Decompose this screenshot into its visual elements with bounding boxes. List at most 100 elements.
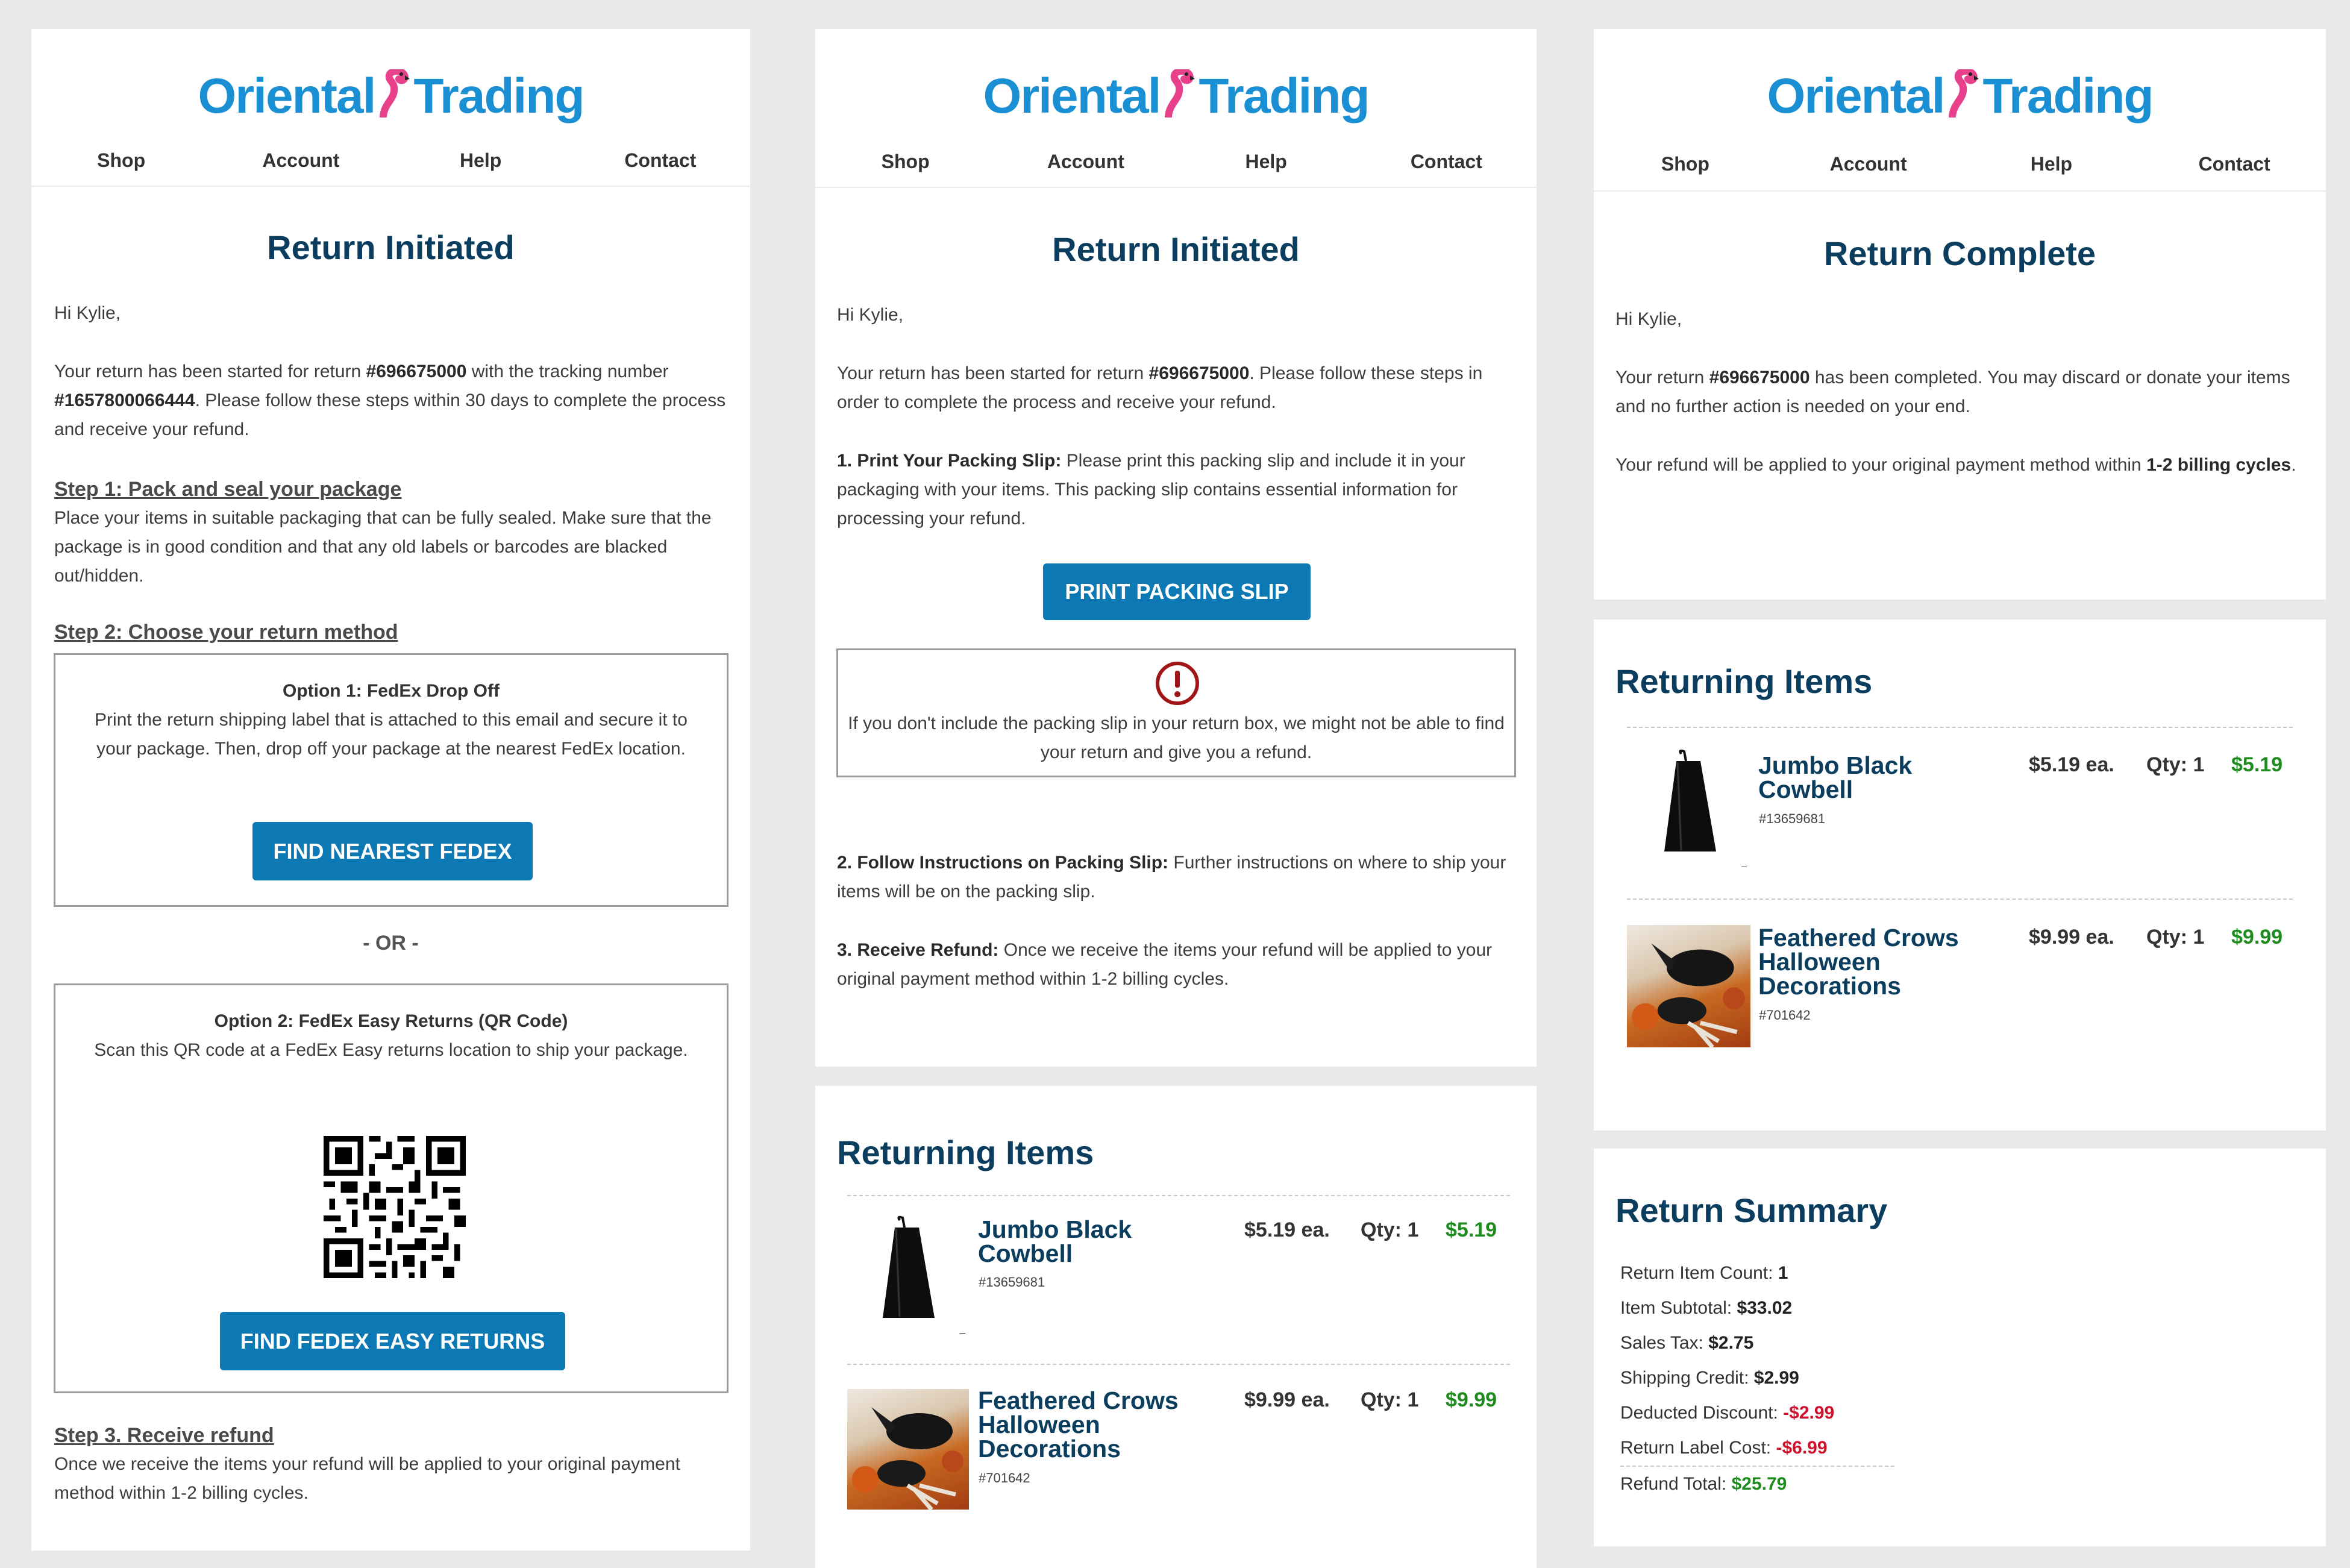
returning-items-title: Returning Items bbox=[837, 1134, 1094, 1171]
summary-item-count: Return Item Count: 1 bbox=[1620, 1263, 1788, 1283]
option2-text: Scan this QR code at a FedEx Easy return… bbox=[94, 1040, 688, 1060]
option2-content: Option 2: FedEx Easy Returns (QR Code) S… bbox=[92, 1007, 691, 1065]
item-name[interactable]: Jumbo Black Cowbell bbox=[1758, 753, 1963, 802]
step3-heading: Step 3. Receive refund bbox=[54, 1424, 274, 1447]
item-qty: Qty: 1 bbox=[1361, 1218, 1419, 1241]
returning-items-title: Returning Items bbox=[1615, 662, 1873, 700]
nav-divider bbox=[1594, 190, 2326, 192]
step1-text: Place your items in suitable packaging t… bbox=[54, 508, 712, 586]
item-divider bbox=[847, 1195, 1510, 1196]
step2-paragraph: 2. Follow Instructions on Packing Slip: … bbox=[837, 853, 1506, 902]
return-summary-card: Return Summary Return Item Count: 1 Item… bbox=[1594, 1149, 2326, 1546]
nav-contact[interactable]: Contact bbox=[571, 149, 750, 172]
nav-contact[interactable]: Contact bbox=[1356, 151, 1537, 173]
greeting: Hi Kylie, bbox=[837, 305, 904, 325]
item-divider bbox=[1627, 898, 2293, 900]
nav-account[interactable]: Account bbox=[995, 151, 1176, 173]
option2-box: Option 2: FedEx Easy Returns (QR Code) S… bbox=[54, 983, 728, 1393]
summary-deducted-discount: Deducted Discount: -$2.99 bbox=[1620, 1403, 1835, 1423]
item-sku: #701642 bbox=[979, 1470, 1030, 1485]
option1-box: Option 1: FedEx Drop Off Print the retur… bbox=[54, 653, 728, 907]
packing-slip-warning: If you don't include the packing slip in… bbox=[836, 648, 1516, 777]
intro-paragraph: Your return has been started for return … bbox=[54, 362, 726, 439]
nav-account[interactable]: Account bbox=[1777, 153, 1960, 175]
find-nearest-fedex-button[interactable]: FIND NEAREST FEDEX bbox=[252, 822, 533, 880]
summary-refund-total: Refund Total: $25.79 bbox=[1620, 1474, 1787, 1494]
flamingo-icon bbox=[1162, 67, 1196, 130]
item-sku: #13659681 bbox=[979, 1275, 1045, 1290]
item-qty: Qty: 1 bbox=[2146, 926, 2205, 949]
nav-shop[interactable]: Shop bbox=[31, 149, 211, 172]
greeting: Hi Kylie, bbox=[54, 303, 121, 323]
crows-image bbox=[847, 1389, 969, 1510]
step3-paragraph: 3. Receive Refund: Once we receive the i… bbox=[837, 940, 1493, 989]
top-nav: Shop Account Help Contact bbox=[815, 151, 1537, 173]
oriental-trading-logo[interactable]: Oriental Trading bbox=[1594, 67, 2326, 130]
item-total: $9.99 bbox=[1446, 1388, 1497, 1411]
item-name[interactable]: Feathered Crows Halloween Decorations bbox=[1758, 926, 1987, 999]
warning-text: If you don't include the packing slip in… bbox=[848, 713, 1505, 762]
step2-heading: 2. Follow Instructions on Packing Slip: bbox=[837, 853, 1169, 873]
summary-divider bbox=[1620, 1466, 1894, 1467]
item-total: $5.19 bbox=[1446, 1218, 1497, 1241]
intro-paragraph: Your return has been started for return … bbox=[837, 363, 1483, 412]
item-marker: _ bbox=[1741, 858, 1747, 868]
crows-image bbox=[1627, 925, 1750, 1047]
nav-help[interactable]: Help bbox=[391, 149, 571, 172]
item-sku: #13659681 bbox=[1759, 811, 1826, 826]
item-total: $5.19 bbox=[2231, 753, 2283, 776]
step1-heading: 1. Print Your Packing Slip: bbox=[837, 451, 1062, 471]
summary-return-label-cost: Return Label Cost: -$6.99 bbox=[1620, 1438, 1828, 1458]
cowbell-image bbox=[876, 1215, 942, 1321]
find-fedex-easy-returns-button[interactable]: FIND FEDEX EASY RETURNS bbox=[220, 1312, 565, 1370]
nav-contact[interactable]: Contact bbox=[2143, 153, 2326, 175]
refund-paragraph: Your refund will be applied to your orig… bbox=[1615, 455, 2296, 475]
oriental-trading-logo[interactable]: Oriental Trading bbox=[815, 67, 1537, 130]
step2-heading: Step 2: Choose your return method bbox=[54, 621, 398, 644]
item-price: $9.99 ea. bbox=[1244, 1388, 1330, 1411]
option1-content: Option 1: FedEx Drop Off Print the retur… bbox=[80, 677, 703, 764]
item-price: $9.99 ea. bbox=[2029, 926, 2114, 949]
nav-help[interactable]: Help bbox=[1960, 153, 2143, 175]
item-price: $5.19 ea. bbox=[1244, 1218, 1330, 1241]
item-divider bbox=[847, 1364, 1510, 1365]
nav-divider bbox=[815, 187, 1537, 188]
nav-help[interactable]: Help bbox=[1176, 151, 1356, 173]
return-summary-title: Return Summary bbox=[1615, 1191, 1888, 1229]
or-divider: - OR - bbox=[363, 932, 419, 955]
nav-shop[interactable]: Shop bbox=[815, 151, 995, 173]
option1-title: Option 1: FedEx Drop Off bbox=[283, 681, 500, 701]
email-return-initiated-fedex: Oriental Trading Shop Account Help Contac… bbox=[31, 29, 750, 1551]
step1-heading: Step 1: Pack and seal your package bbox=[54, 478, 402, 501]
email-return-complete: Oriental Trading Shop Account Help Contac… bbox=[1594, 29, 2326, 600]
nav-divider bbox=[31, 186, 750, 187]
option2-title: Option 2: FedEx Easy Returns (QR Code) bbox=[214, 1011, 568, 1031]
item-divider bbox=[1627, 727, 2293, 728]
top-nav: Shop Account Help Contact bbox=[1594, 153, 2326, 175]
step1: Step 1: Pack and seal your package Place… bbox=[54, 475, 729, 591]
nav-account[interactable]: Account bbox=[211, 149, 390, 172]
flamingo-icon bbox=[377, 67, 411, 130]
exclamation-circle-icon bbox=[1155, 661, 1200, 706]
nav-shop[interactable]: Shop bbox=[1594, 153, 1777, 175]
qr-code-icon bbox=[324, 1136, 466, 1278]
email-return-initiated-packing-slip: Oriental Trading Shop Account Help Contac… bbox=[815, 29, 1537, 1067]
item-total: $9.99 bbox=[2231, 926, 2283, 949]
greeting: Hi Kylie, bbox=[1615, 309, 1682, 329]
step3-heading: 3. Receive Refund: bbox=[837, 940, 999, 960]
item-qty: Qty: 1 bbox=[1361, 1388, 1419, 1411]
cowbell-image bbox=[1657, 749, 1723, 855]
page-title: Return Complete bbox=[1823, 234, 2096, 272]
print-packing-slip-button[interactable]: PRINT PACKING SLIP bbox=[1043, 563, 1311, 620]
summary-sales-tax: Sales Tax: $2.75 bbox=[1620, 1333, 1754, 1353]
item-price: $5.19 ea. bbox=[2029, 753, 2114, 776]
step1-paragraph: 1. Print Your Packing Slip: Please print… bbox=[837, 451, 1465, 528]
oriental-trading-logo[interactable]: Oriental Trading bbox=[31, 67, 750, 130]
item-name[interactable]: Jumbo Black Cowbell bbox=[978, 1217, 1183, 1266]
item-sku: #701642 bbox=[1759, 1008, 1811, 1023]
step2-heading-wrap: Step 2: Choose your return method bbox=[54, 618, 398, 647]
summary-item-subtotal: Item Subtotal: $33.02 bbox=[1620, 1298, 1793, 1318]
returning-items-card: Returning Items _ Jumbo Black Cowbell #1… bbox=[815, 1086, 1537, 1568]
item-name[interactable]: Feathered Crows Halloween Decorations bbox=[978, 1388, 1207, 1461]
summary-shipping-credit: Shipping Credit: $2.99 bbox=[1620, 1368, 1799, 1388]
